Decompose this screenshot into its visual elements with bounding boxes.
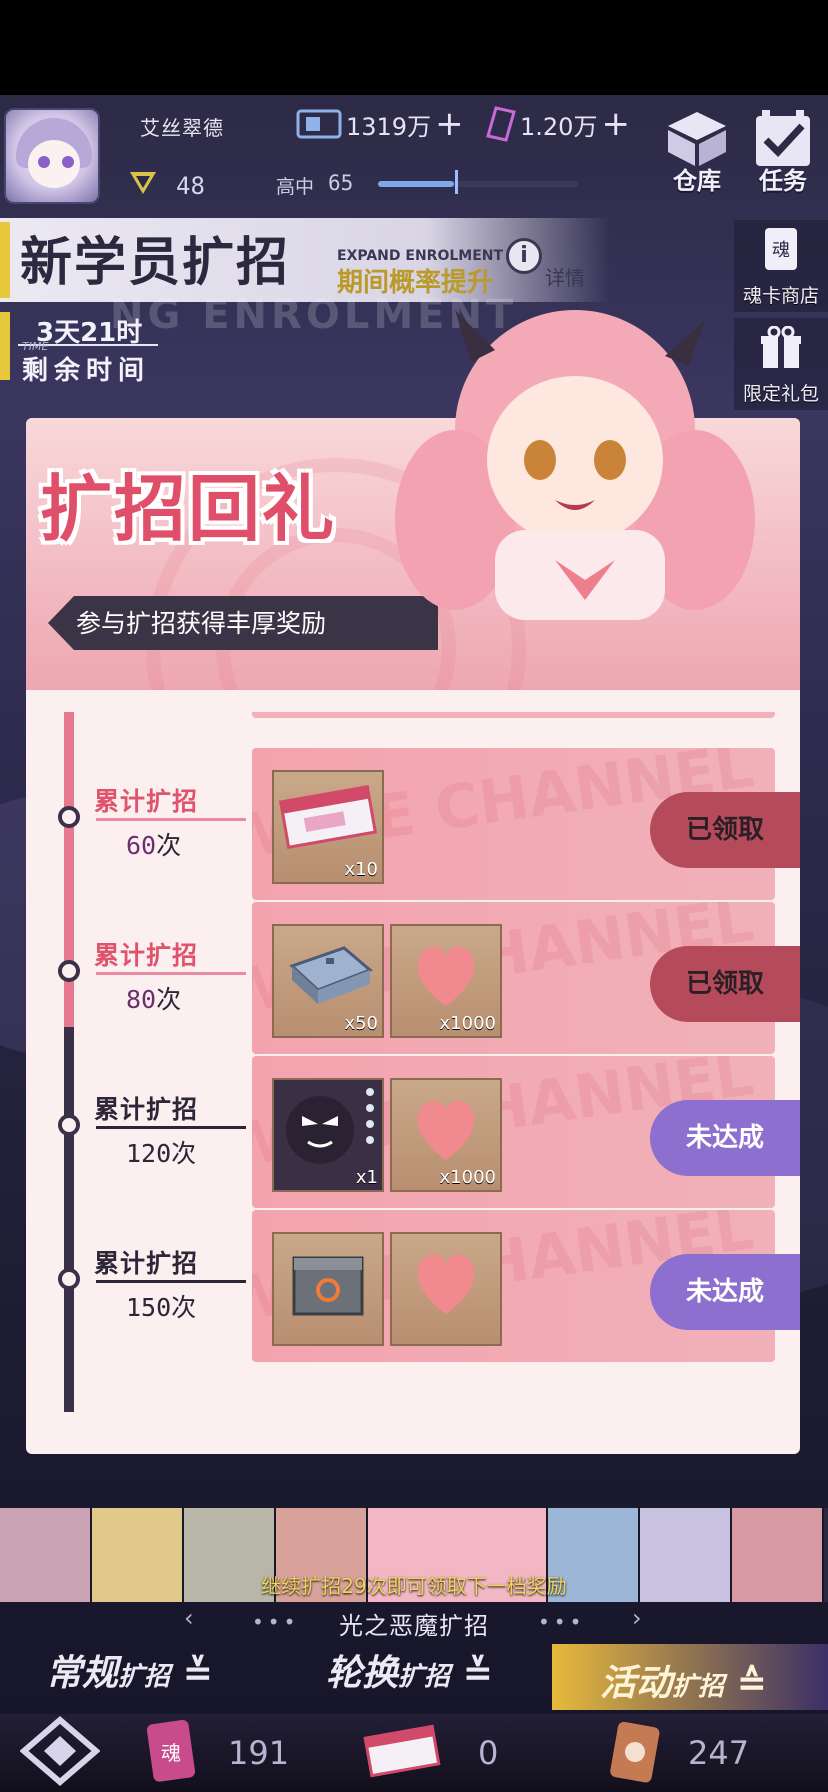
claimed-status[interactable]: 已领取 — [650, 792, 800, 868]
unmet-status[interactable]: 未达成 — [650, 1100, 800, 1176]
gold-add-button[interactable]: + — [435, 107, 464, 141]
next-pool-button[interactable]: › — [632, 1604, 642, 1632]
enrol-count: 60次 — [126, 831, 182, 860]
exp-bar — [378, 181, 578, 187]
crystal-resource: 1.20万 + — [486, 104, 630, 144]
cumulative-underline — [96, 1280, 246, 1283]
reward-item[interactable]: x10 — [272, 770, 384, 884]
cumulative-underline — [96, 972, 246, 975]
soul-currency: 魂 191 — [140, 1716, 310, 1786]
heart-icon — [417, 1254, 475, 1314]
item-quantity: x1000 — [439, 1013, 496, 1034]
warehouse-icon — [668, 112, 726, 166]
coupon-ticket-icon — [363, 1724, 441, 1778]
previous-row-edge — [252, 712, 775, 718]
soul-count: 191 — [228, 1734, 290, 1772]
pool-name: 光之恶魔扩招 — [339, 1612, 489, 1640]
reward-row: 累计扩招 120次 WASE CHANNEL x1 x1000 未达成 — [26, 1052, 800, 1208]
cumulative-label: 累计扩招 — [94, 1095, 199, 1124]
cumulative-label: 累计扩招 — [94, 1249, 199, 1278]
reward-item[interactable]: x1 — [272, 1078, 384, 1192]
progress-node — [58, 1114, 80, 1136]
item-quantity: x50 — [344, 1013, 378, 1034]
remaining-time-label: 剩余时间 — [22, 356, 151, 386]
progress-node — [58, 806, 80, 828]
modal-subtitle: 参与扩招获得丰厚奖励 — [76, 609, 327, 638]
crystal-icon — [486, 106, 516, 142]
gold-value: 1319万 — [346, 112, 432, 141]
warehouse-label: 仓库 — [673, 167, 721, 195]
gold-card-icon — [296, 109, 342, 139]
reward-item[interactable] — [272, 1232, 384, 1346]
tasks-button[interactable]: 任务 — [746, 108, 820, 196]
back-icon[interactable] — [20, 1716, 100, 1786]
tasks-icon — [756, 110, 810, 166]
heart-icon — [417, 1100, 475, 1160]
tab-normal[interactable]: 常规扩招 ≚ — [46, 1644, 246, 1710]
exp-marker — [455, 170, 458, 194]
warehouse-button[interactable]: 仓库 — [660, 108, 734, 196]
reward-item[interactable]: x50 — [272, 924, 384, 1038]
time-accent-strip — [0, 312, 10, 380]
character-illustration — [395, 310, 755, 620]
claimed-status[interactable]: 已领取 — [650, 946, 800, 1022]
case-icon — [289, 946, 373, 1004]
gold-resource: 1319万 + — [296, 104, 464, 144]
tab-rotate[interactable]: 轮换扩招 ≚ — [326, 1644, 526, 1710]
soul-ticket-icon: 魂 — [146, 1719, 196, 1782]
reward-row: 累计扩招 60次 WASE CHANNEL x10 已领取 — [26, 744, 800, 900]
player-avatar[interactable] — [4, 108, 100, 204]
crystal-add-button[interactable]: + — [601, 107, 630, 141]
unmet-status[interactable]: 未达成 — [650, 1254, 800, 1330]
item-quantity: x1 — [355, 1167, 378, 1188]
dots-right: ••• — [538, 1610, 586, 1634]
cumulative-underline — [96, 818, 246, 821]
progress-node — [58, 960, 80, 982]
enrol-count: 120次 — [126, 1139, 197, 1168]
token-icon — [610, 1721, 660, 1783]
reward-item[interactable]: x1000 — [390, 1078, 502, 1192]
coupon-currency: 0 — [362, 1716, 532, 1786]
devil-card-icon — [286, 1088, 374, 1164]
heart-icon — [417, 946, 475, 1006]
event-title: 新学员扩招 — [20, 233, 291, 293]
cumulative-label: 累计扩招 — [94, 941, 199, 970]
reward-item[interactable] — [390, 1232, 502, 1346]
enrol-count: 80次 — [126, 985, 182, 1014]
player-level: 48 — [176, 172, 205, 200]
reward-row: 累计扩招 150次 WASE CHANNEL 未达成 — [26, 1206, 800, 1362]
reward-list[interactable]: 累计扩招 60次 WASE CHANNEL x10 已领取 累计扩招 80次 W… — [26, 712, 800, 1412]
item-quantity: x10 — [344, 859, 378, 880]
cumulative-label: 累计扩招 — [94, 787, 199, 816]
progress-node — [58, 1268, 80, 1290]
reward-item[interactable]: x1000 — [390, 924, 502, 1038]
modal-title: 扩招回礼 — [40, 467, 337, 551]
token-count: 247 — [688, 1734, 750, 1772]
tab-event[interactable]: 活动扩招 ≙ — [552, 1644, 828, 1710]
rank-icon — [130, 172, 156, 194]
reward-row: 累计扩招 80次 WASE CHANNEL x50 x1000 已领取 — [26, 898, 800, 1054]
school-label: 高中 — [276, 176, 315, 198]
crystal-value: 1.20万 — [520, 112, 598, 141]
game-screen: 艾丝翠德 48 高中 65 1319万 + 1.20万 + 仓库 任务 新学员扩… — [0, 0, 828, 1792]
item-quantity: x1000 — [439, 1167, 496, 1188]
coupon-count: 0 — [478, 1734, 499, 1772]
cumulative-underline — [96, 1126, 246, 1129]
enrol-count: 150次 — [126, 1293, 197, 1322]
box-icon — [292, 1256, 364, 1316]
coupon-icon — [278, 784, 378, 850]
soul-card-icon: 魂 — [765, 228, 797, 270]
school-level: 65 — [328, 171, 354, 195]
title-accent-strip — [0, 222, 10, 298]
exp-fill — [378, 181, 454, 187]
player-name: 艾丝翠德 — [140, 116, 224, 140]
next-reward-hint: 继续扩招29次即可领取下一档奖励 — [261, 1574, 567, 1598]
tasks-label: 任务 — [759, 167, 807, 195]
info-icon[interactable]: i — [506, 238, 542, 274]
svg-text:魂: 魂 — [772, 240, 790, 261]
svg-text:魂: 魂 — [161, 1741, 181, 1765]
token-currency: 247 — [604, 1716, 804, 1786]
